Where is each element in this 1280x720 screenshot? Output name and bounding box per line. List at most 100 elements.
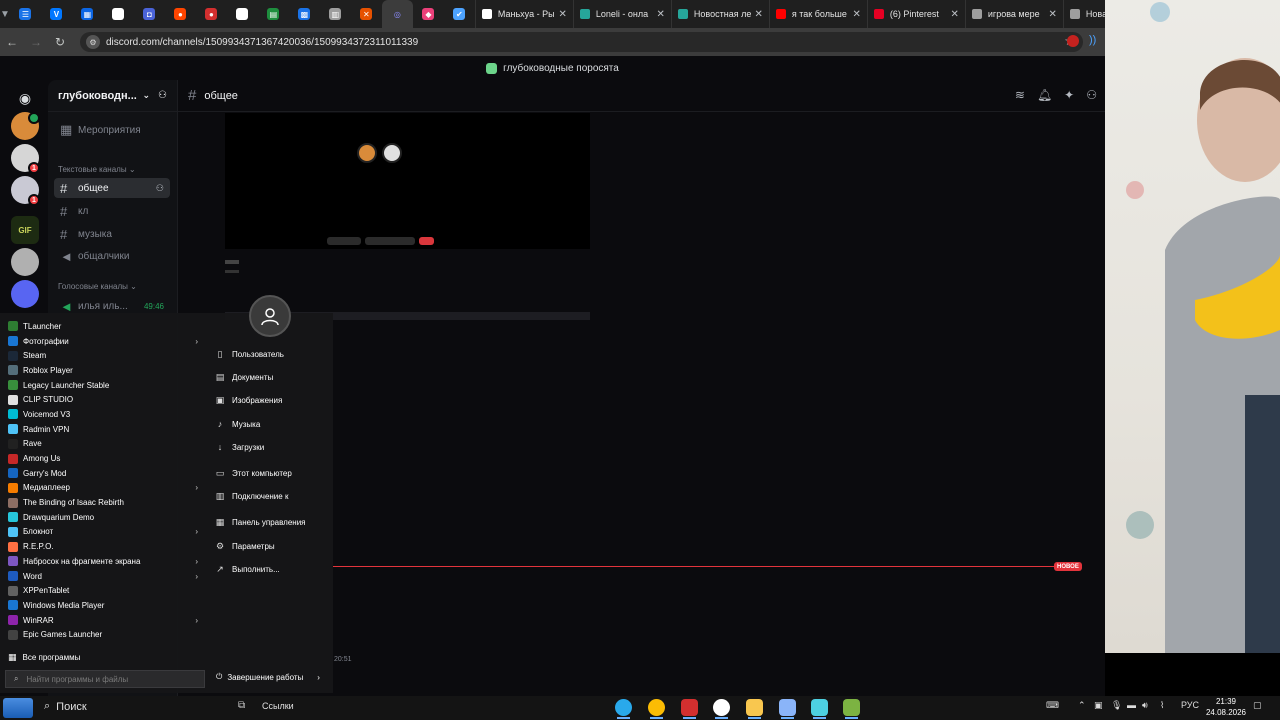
pinned-tab-steam[interactable]: ✔: [444, 0, 475, 28]
extension-red-icon[interactable]: [1067, 35, 1079, 47]
browser-tab[interactable]: Новостная ле ✕: [670, 0, 769, 28]
discord-home-icon[interactable]: ◉: [11, 84, 39, 112]
notification-icon[interactable]: ▢: [1253, 700, 1262, 711]
pin-icon[interactable]: ✦: [1064, 88, 1074, 102]
taskbar-search[interactable]: ⌕ Поиск: [44, 700, 87, 713]
voice-channel-obshchalchiki[interactable]: ◄ общалчики: [54, 246, 170, 266]
tab-search-button[interactable]: ▼: [0, 0, 10, 28]
chevron-right-icon[interactable]: ›: [195, 337, 198, 346]
pinned-tab-tab-d[interactable]: ✕: [351, 0, 382, 28]
extension-blue-icon[interactable]: )): [1089, 34, 1096, 46]
start-program-item[interactable]: Windows Media Player: [0, 598, 210, 613]
start-right-item[interactable]: ▣ Изображения: [214, 392, 283, 408]
reload-button[interactable]: ↻: [48, 28, 72, 56]
back-button[interactable]: ←: [0, 28, 24, 56]
links-toolbar[interactable]: Ссылки: [262, 701, 294, 711]
start-right-item[interactable]: ♪ Музыка: [214, 416, 261, 432]
channel-music[interactable]: # музыка: [54, 224, 170, 244]
pinned-tab-twitch[interactable]: ◘: [134, 0, 165, 28]
keyboard-icon[interactable]: ⌨: [1046, 700, 1059, 711]
start-program-item[interactable]: Voicemod V3: [0, 407, 210, 422]
network-icon[interactable]: ⌇: [1160, 700, 1164, 711]
pinned-tab-sheets[interactable]: ▤: [258, 0, 289, 28]
guild-icon-5[interactable]: [11, 248, 39, 276]
pinned-tab-notion[interactable]: N: [103, 0, 134, 28]
start-program-item[interactable]: Фотографии ›: [0, 334, 210, 349]
browser-tab[interactable]: Маньхуа - Ры ✕: [474, 0, 573, 28]
start-program-item[interactable]: Legacy Launcher Stable: [0, 378, 210, 393]
voice-category-label[interactable]: Голосовые каналы ⌄: [58, 282, 137, 291]
start-program-item[interactable]: Garry's Mod: [0, 466, 210, 481]
tray-expand-icon[interactable]: ⌃: [1078, 700, 1086, 711]
browser-tab[interactable]: я так больше ✕: [768, 0, 867, 28]
create-invite-icon[interactable]: ⚇: [156, 183, 164, 194]
start-right-item[interactable]: ▦ Панель управления: [214, 514, 306, 530]
invite-icon[interactable]: ⚇: [158, 90, 167, 101]
chevron-right-icon[interactable]: ›: [317, 673, 320, 682]
start-program-item[interactable]: WinRAR ›: [0, 613, 210, 628]
bell-icon[interactable]: 🔔︎: [1037, 88, 1052, 102]
pinned-tab-tab-b[interactable]: ▩: [289, 0, 320, 28]
close-tab-icon[interactable]: ✕: [951, 9, 959, 20]
pinned-tab-tab-list[interactable]: ☰: [10, 0, 41, 28]
channel-kl[interactable]: # кл: [54, 201, 170, 221]
minecraft-icon[interactable]: [843, 699, 860, 719]
pinned-tab-trello[interactable]: ▦: [72, 0, 103, 28]
chevron-right-icon[interactable]: ›: [195, 616, 198, 625]
start-program-item[interactable]: Набросок на фрагменте экрана ›: [0, 554, 210, 569]
tomato-app-icon[interactable]: [681, 699, 698, 719]
pinned-tab-tomato[interactable]: ●: [196, 0, 227, 28]
forward-button[interactable]: →: [24, 28, 48, 56]
start-right-item[interactable]: ▤ Документы: [214, 369, 274, 385]
pinned-tab-discord[interactable]: ◎: [381, 0, 413, 28]
start-program-item[interactable]: Epic Games Launcher: [0, 627, 210, 642]
gif-land-guild-icon[interactable]: GIF: [11, 216, 39, 244]
browser-tab[interactable]: Loneli - онла ✕: [572, 0, 671, 28]
start-program-item[interactable]: The Binding of Isaac Rebirth: [0, 495, 210, 510]
start-button[interactable]: [3, 698, 33, 718]
site-info-icon[interactable]: ⚙: [86, 35, 100, 49]
close-tab-icon[interactable]: ✕: [657, 9, 665, 20]
clock[interactable]: 21:39 24.08.2026: [1204, 696, 1248, 718]
pinned-tab-reddit[interactable]: ●: [165, 0, 196, 28]
all-programs-link[interactable]: ▦ Все программы: [8, 652, 80, 663]
language-indicator[interactable]: РУС: [1181, 700, 1199, 710]
start-program-item[interactable]: Drawquarium Demo: [0, 510, 210, 525]
shutdown-button[interactable]: ⏻ Завершение работы ›: [216, 672, 320, 682]
chevron-right-icon[interactable]: ›: [195, 527, 198, 536]
threads-icon[interactable]: ≋: [1015, 88, 1025, 102]
start-program-item[interactable]: TLauncher: [0, 319, 210, 334]
close-tab-icon[interactable]: ✕: [755, 9, 763, 20]
start-right-item[interactable]: ↓ Загрузки: [214, 439, 264, 455]
start-right-item[interactable]: ▯ Пользователь: [214, 346, 284, 362]
browser-tab[interactable]: (6) Pinterest ✕: [866, 0, 965, 28]
members-icon[interactable]: ⚇: [1086, 88, 1097, 102]
volume-icon[interactable]: 🔊︎: [1142, 700, 1148, 711]
close-tab-icon[interactable]: ✕: [559, 9, 567, 20]
channel-general[interactable]: # общее ⚇: [54, 178, 170, 198]
chevron-right-icon[interactable]: ›: [195, 557, 198, 566]
close-tab-icon[interactable]: ✕: [1049, 9, 1057, 20]
chevron-down-icon[interactable]: ⌄: [142, 90, 150, 101]
start-program-item[interactable]: R.E.P.O.: [0, 539, 210, 554]
start-right-item[interactable]: ▭ Этот компьютер: [214, 465, 292, 481]
start-program-item[interactable]: Word ›: [0, 569, 210, 584]
pinned-tab-tab-c[interactable]: ▥: [320, 0, 351, 28]
start-program-item[interactable]: Rave: [0, 437, 210, 452]
close-tab-icon[interactable]: ✕: [853, 9, 861, 20]
start-right-item[interactable]: ⚙ Параметры: [214, 538, 275, 554]
text-category-label[interactable]: Текстовые каналы ⌄: [58, 165, 136, 174]
chrome-icon[interactable]: [648, 699, 665, 719]
chevron-right-icon[interactable]: ›: [195, 483, 198, 492]
start-program-item[interactable]: Блокнот ›: [0, 525, 210, 540]
user-avatar[interactable]: [249, 295, 291, 337]
chevron-right-icon[interactable]: ›: [195, 572, 198, 581]
shared-screenshot-call[interactable]: [225, 113, 590, 249]
events-link[interactable]: ▦ Мероприятия: [54, 120, 170, 140]
steam-taskbar-icon[interactable]: [713, 699, 730, 719]
start-program-item[interactable]: CLIP STUDIO: [0, 392, 210, 407]
shield-app-icon[interactable]: [811, 699, 828, 719]
start-search-input[interactable]: ⌕ Найти программы и файлы: [5, 670, 205, 688]
chrome2-icon[interactable]: [779, 699, 796, 719]
start-program-item[interactable]: Roblox Player: [0, 363, 210, 378]
